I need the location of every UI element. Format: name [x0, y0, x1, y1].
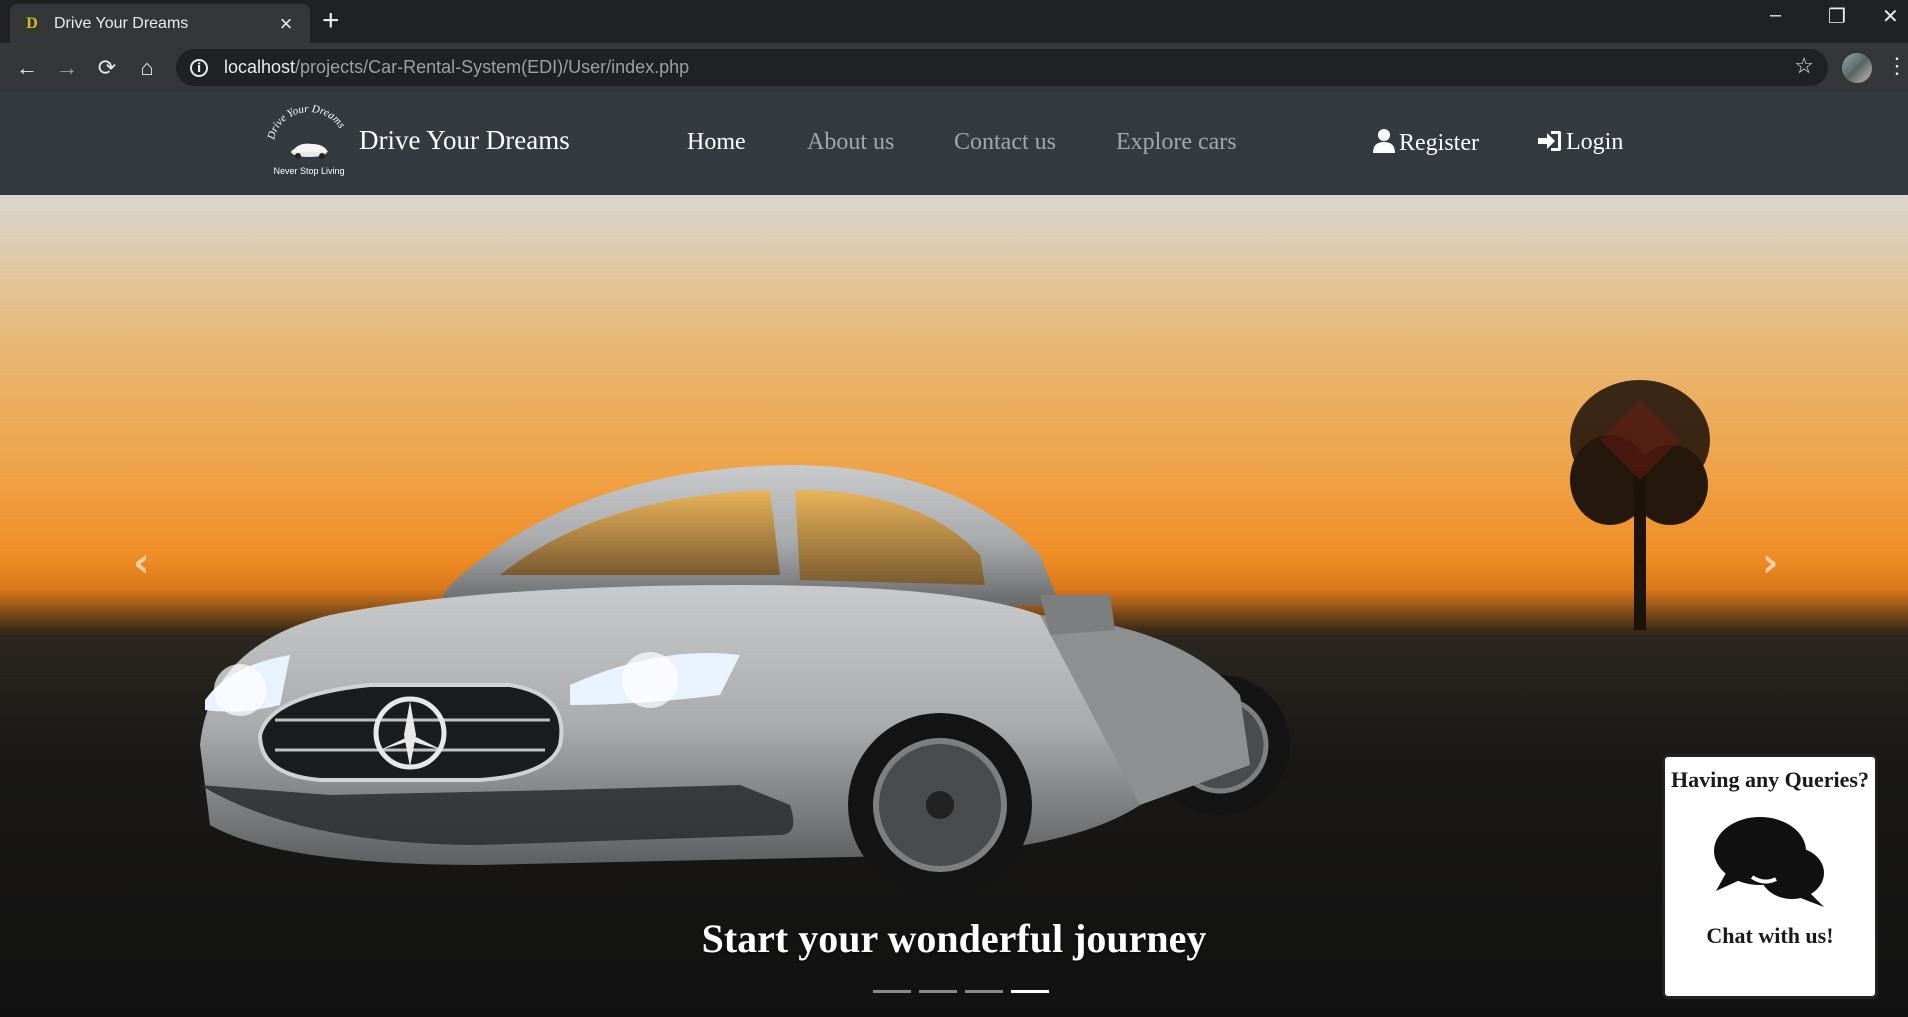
car-image	[200, 465, 1290, 897]
hero-carousel: ‹ › Start your wonderful journey	[0, 195, 1908, 1017]
svg-text:Drive Your Dreams: Drive Your Dreams	[266, 104, 347, 142]
browser-tab-bar: D Drive Your Dreams × + – ❐ ✕	[0, 0, 1908, 43]
nav-about[interactable]: About us	[807, 129, 894, 156]
carousel-next-icon[interactable]: ›	[1762, 540, 1778, 586]
back-icon[interactable]: ←	[12, 53, 42, 83]
browser-menu-icon[interactable]: ⋮	[1886, 53, 1908, 79]
carousel-caption: Start your wonderful journey	[701, 916, 1207, 961]
nav-contact[interactable]: Contact us	[954, 129, 1056, 156]
comments-icon	[1714, 817, 1824, 907]
browser-tab[interactable]: D Drive Your Dreams ×	[10, 4, 310, 43]
new-tab-icon[interactable]: +	[322, 6, 340, 36]
carousel-indicator[interactable]	[919, 990, 957, 993]
carousel-indicator[interactable]	[965, 990, 1003, 993]
carousel-indicator-active[interactable]	[1011, 990, 1049, 993]
address-bar[interactable]: i localhost/projects/Car-Rental-System(E…	[176, 49, 1828, 86]
user-icon	[1373, 129, 1395, 153]
nav-explore-cars[interactable]: Explore cars	[1116, 129, 1237, 156]
close-tab-icon[interactable]: ×	[274, 12, 298, 34]
restore-icon[interactable]: ❐	[1828, 4, 1846, 29]
site-favicon-icon: D	[22, 13, 42, 34]
carousel-prev-icon[interactable]: ‹	[133, 540, 149, 586]
chat-cta: Chat with us!	[1706, 923, 1834, 948]
site-info-icon[interactable]: i	[190, 58, 208, 77]
window-close-icon[interactable]: ✕	[1882, 4, 1899, 29]
browser-toolbar: ← → ⟳ ⌂ i localhost/projects/Car-Rental-…	[0, 43, 1908, 92]
nav-home[interactable]: Home	[687, 129, 746, 156]
carousel-indicators	[873, 990, 1049, 993]
tab-title: Drive Your Dreams	[54, 14, 189, 32]
tree-silhouette	[1570, 380, 1710, 630]
register-label: Register	[1399, 130, 1479, 156]
chat-widget[interactable]: Having any Queries? Chat with us!	[1662, 754, 1878, 999]
brand-logo[interactable]: Drive Your Dreams Never Stop Living	[266, 104, 352, 182]
register-link[interactable]: Register	[1373, 129, 1479, 157]
svg-text:Never Stop Living: Never Stop Living	[273, 166, 344, 176]
carousel-indicator[interactable]	[873, 990, 911, 993]
login-label: Login	[1566, 129, 1624, 155]
url-text: localhost/projects/Car-Rental-System(EDI…	[224, 57, 690, 77]
forward-icon[interactable]: →	[52, 53, 82, 83]
sign-in-icon	[1538, 131, 1561, 151]
profile-avatar[interactable]	[1842, 53, 1872, 83]
bookmark-star-icon[interactable]: ☆	[1794, 53, 1814, 79]
reload-icon[interactable]: ⟳	[92, 53, 122, 83]
brand-name[interactable]: Drive Your Dreams	[359, 125, 570, 156]
chat-question: Having any Queries?	[1670, 767, 1869, 792]
login-link[interactable]: Login	[1538, 129, 1623, 156]
home-icon[interactable]: ⌂	[132, 53, 162, 83]
minimize-icon[interactable]: –	[1770, 4, 1781, 27]
site-navbar: Drive Your Dreams Never Stop Living Driv…	[0, 92, 1908, 195]
